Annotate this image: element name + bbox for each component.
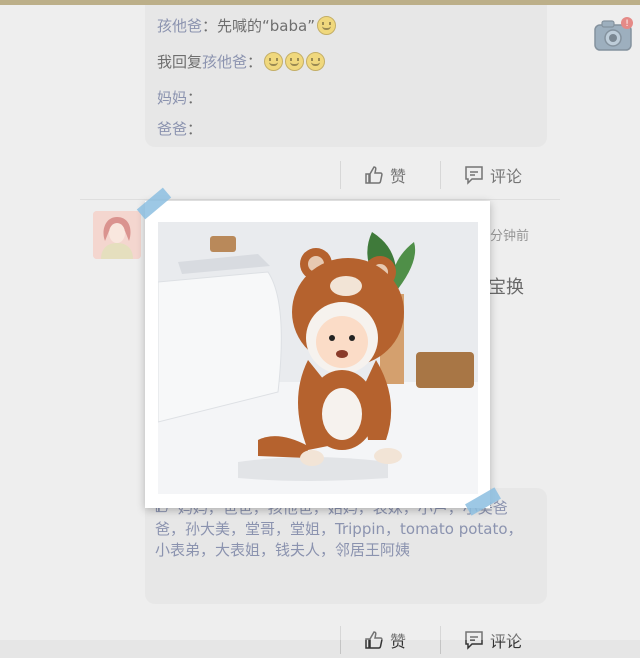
baby-bear-illustration [158, 222, 478, 494]
photo-preview[interactable] [145, 201, 490, 508]
